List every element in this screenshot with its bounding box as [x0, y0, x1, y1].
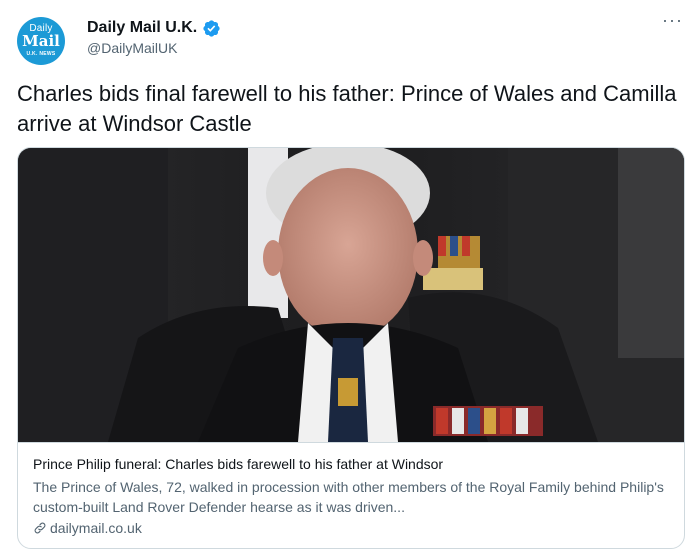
account-handle[interactable]: @DailyMailUK	[87, 40, 177, 56]
tweet-text: Charles bids final farewell to his fathe…	[17, 81, 677, 136]
more-options-icon[interactable]: ···	[662, 10, 683, 31]
avatar-text-uk-news: U.K. NEWS	[26, 51, 56, 57]
avatar[interactable]: Daily Mail U.K. NEWS	[17, 17, 65, 65]
link-card[interactable]: Prince Philip funeral: Charles bids fare…	[17, 147, 685, 549]
card-title[interactable]: Prince Philip funeral: Charles bids fare…	[33, 456, 443, 472]
card-domain-text: dailymail.co.uk	[50, 520, 142, 536]
card-info[interactable]: Prince Philip funeral: Charles bids fare…	[18, 442, 684, 536]
card-domain[interactable]: dailymail.co.uk	[33, 520, 142, 536]
avatar-text-mail: Mail	[22, 32, 60, 50]
card-image[interactable]	[18, 148, 684, 442]
account-name-row: Daily Mail U.K.	[87, 16, 221, 40]
card-description[interactable]: The Prince of Wales, 72, walked in proce…	[33, 477, 673, 517]
display-name[interactable]: Daily Mail U.K.	[87, 19, 197, 37]
verified-badge-icon	[203, 19, 220, 37]
